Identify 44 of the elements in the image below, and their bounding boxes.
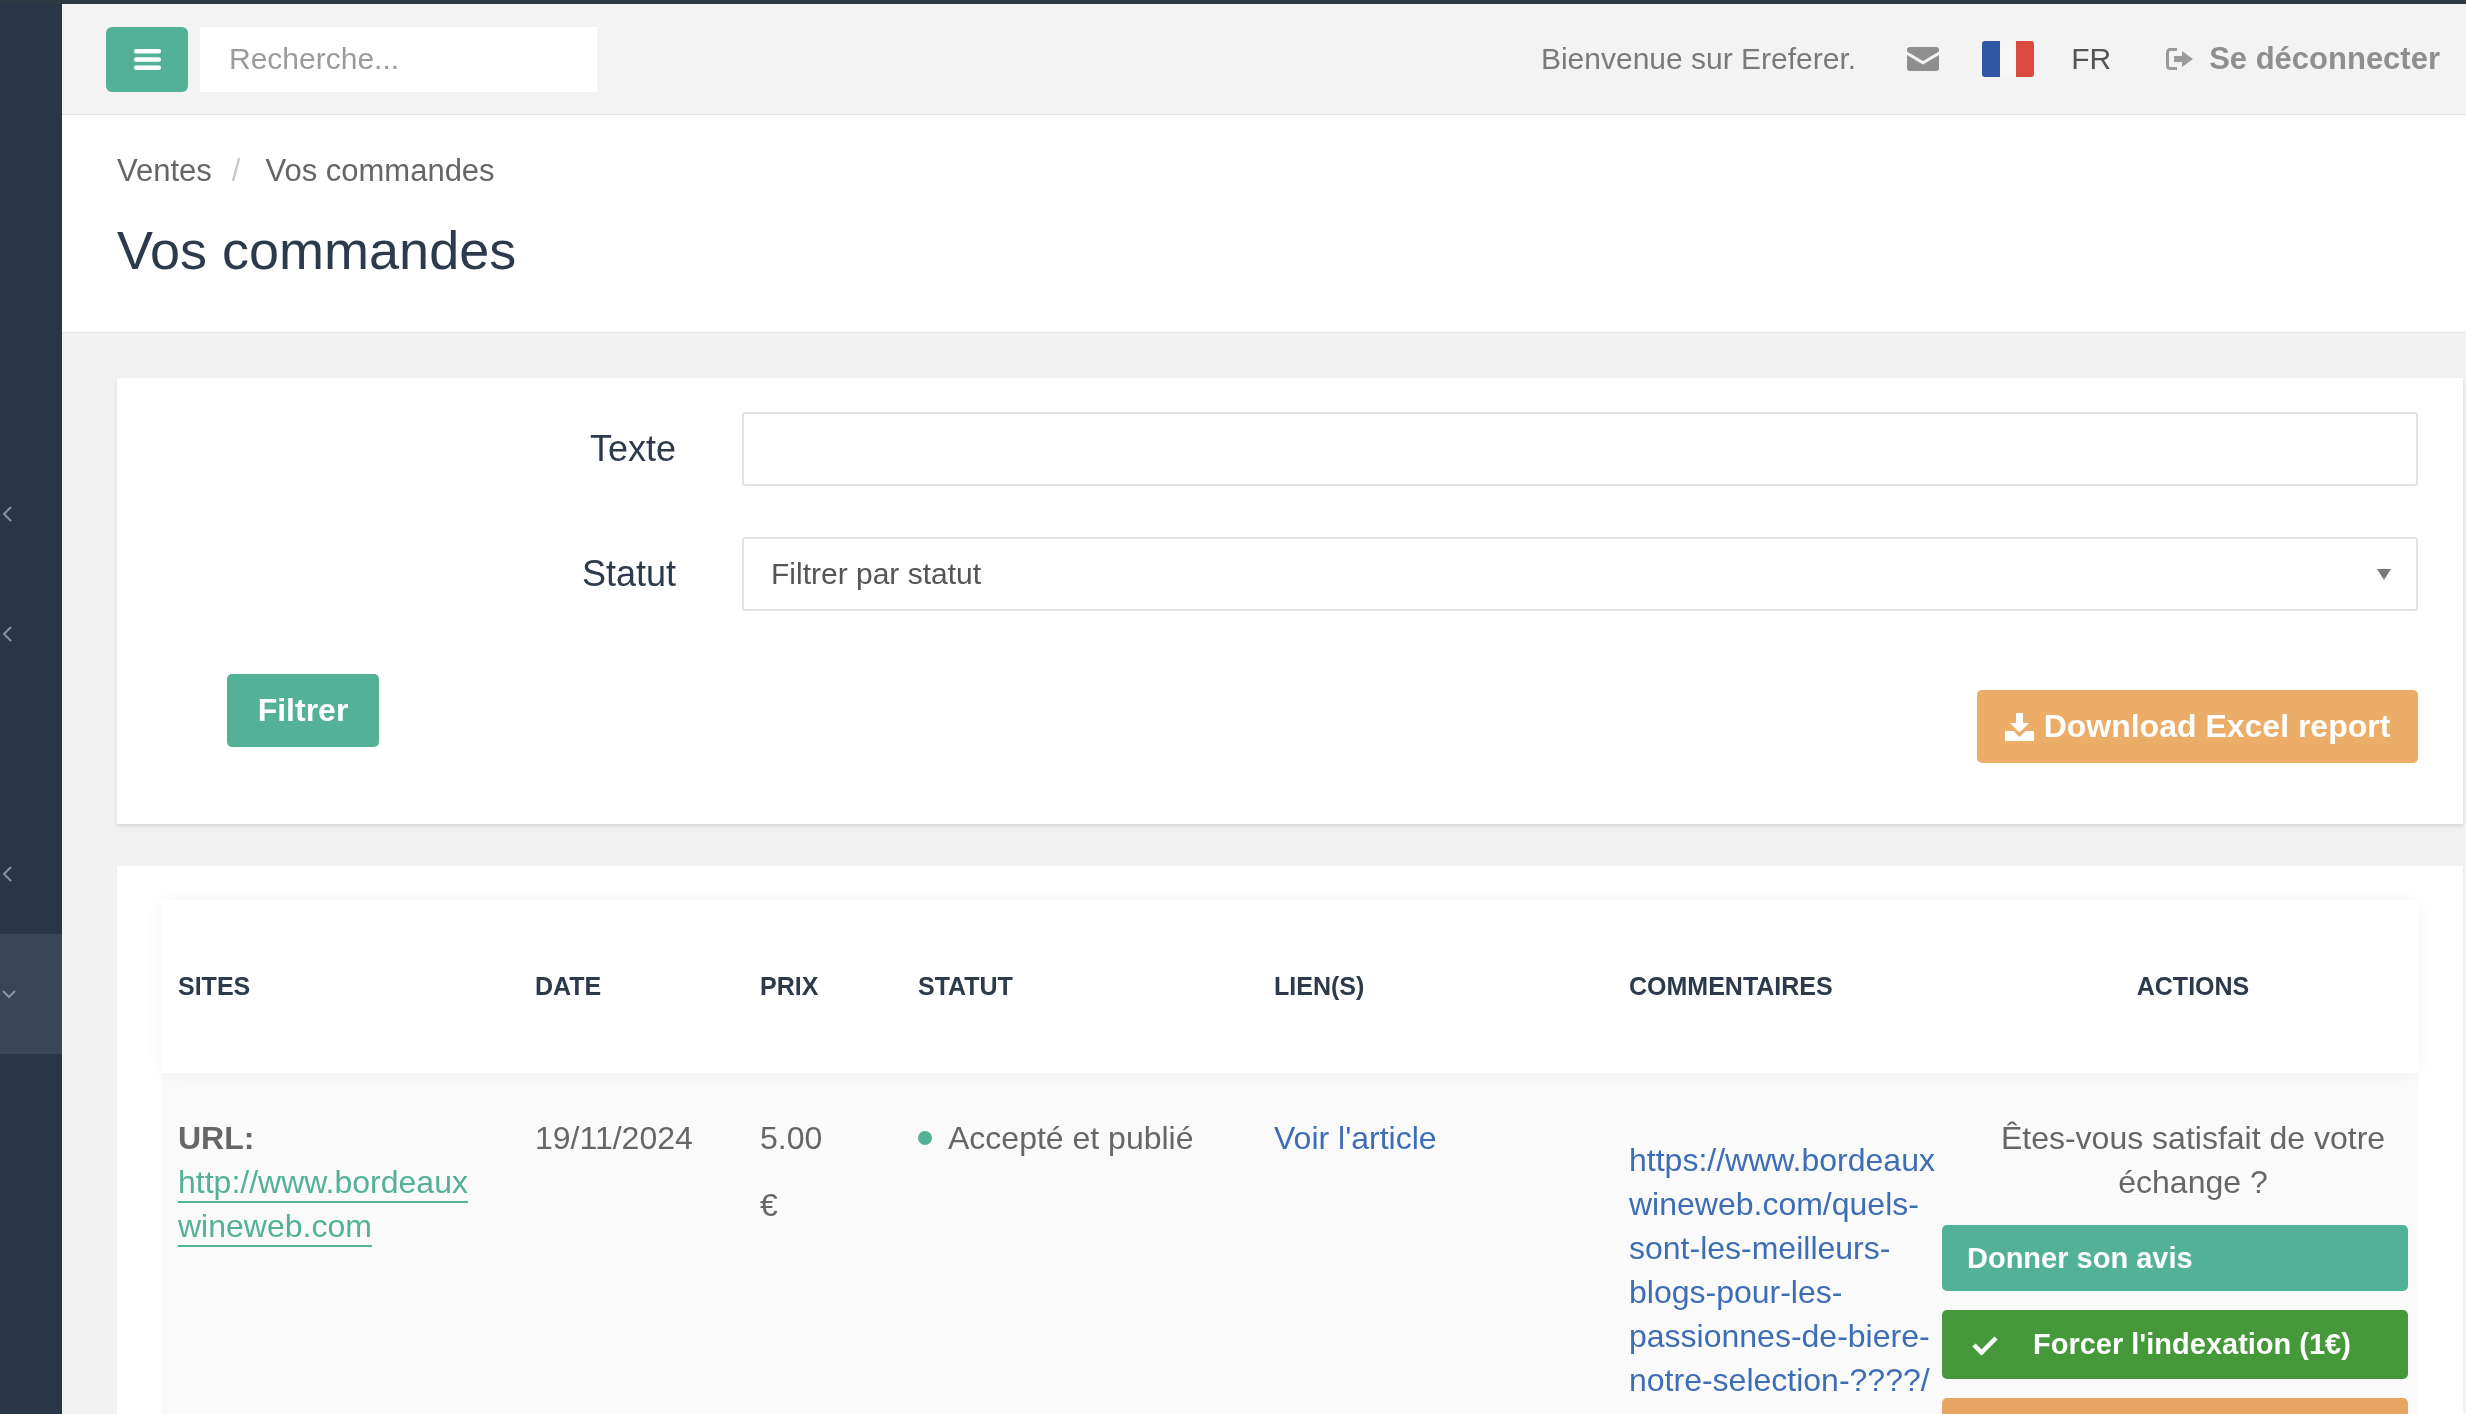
- price-amount: 5.00: [760, 1120, 823, 1156]
- chevron-down-icon[interactable]: [2, 989, 16, 999]
- menu-button[interactable]: [106, 26, 188, 92]
- feedback-question: Êtes-vous satisfait de votre échange ?: [1999, 1119, 2387, 1202]
- breadcrumb-current: Vos commandes: [265, 152, 495, 190]
- review-button[interactable]: Donner son avis: [1942, 1225, 2408, 1291]
- chevron-left-icon[interactable]: [2, 506, 12, 522]
- envelope-icon[interactable]: [1907, 47, 1940, 71]
- status-text: Accepté et publié: [948, 1119, 1194, 1158]
- field-label: Texte: [589, 428, 676, 470]
- flag-icon: [1982, 41, 2035, 77]
- site-link[interactable]: http://www.bordeauxwineweb.com: [178, 1160, 483, 1248]
- breadcrumb-link[interactable]: Ventes: [117, 151, 212, 191]
- order-date: 19/11/2024: [535, 1120, 693, 1156]
- comment-link[interactable]: https://www.bordeauxwineweb.com/quels-sont-les-meilleurs-blogs-pour-les-passionnes-de-biere-notre-selection-????/: [1629, 1138, 1936, 1402]
- column-header: SITES: [178, 972, 251, 1000]
- currency-symbol: €: [760, 1187, 778, 1223]
- status-select[interactable]: Filtrer par statut: [742, 537, 2418, 611]
- field-label: Statut: [581, 553, 676, 595]
- menu-icon: [133, 48, 161, 70]
- page-title: Vos commandes: [117, 219, 517, 282]
- column-header: STATUT: [918, 972, 1013, 1000]
- search-field[interactable]: Recherche...: [200, 26, 597, 92]
- text-input[interactable]: [742, 412, 2418, 486]
- check-icon: [1972, 1334, 1998, 1355]
- logout-link[interactable]: Se déconnecter: [2166, 41, 2440, 77]
- column-header: PRIX: [760, 972, 819, 1000]
- column-header: DATE: [535, 972, 602, 1000]
- welcome-text: Bienvenue sur Ereferer.: [1540, 42, 1857, 76]
- column-header: LIEN(S): [1274, 972, 1365, 1000]
- logout-icon: [2166, 48, 2195, 70]
- language-button[interactable]: FR: [1982, 41, 2112, 77]
- breadcrumb-separator: /: [231, 152, 241, 190]
- download-icon: [2004, 712, 2034, 741]
- download-button[interactable]: Download Excel report: [1977, 690, 2418, 763]
- indexing-button[interactable]: Forcer l'indexation (1€): [1942, 1310, 2408, 1379]
- chevron-left-icon[interactable]: [2, 866, 12, 882]
- url-label: URL:: [178, 1119, 256, 1158]
- column-header: ACTIONS: [2136, 972, 2250, 1000]
- caret-down-icon: [2377, 568, 2391, 580]
- filter-button[interactable]: Filtrer: [227, 674, 379, 747]
- chevron-left-icon[interactable]: [2, 626, 12, 642]
- article-link[interactable]: Voir l'article: [1274, 1120, 1437, 1156]
- column-header: COMMENTAIRES: [1629, 972, 1833, 1000]
